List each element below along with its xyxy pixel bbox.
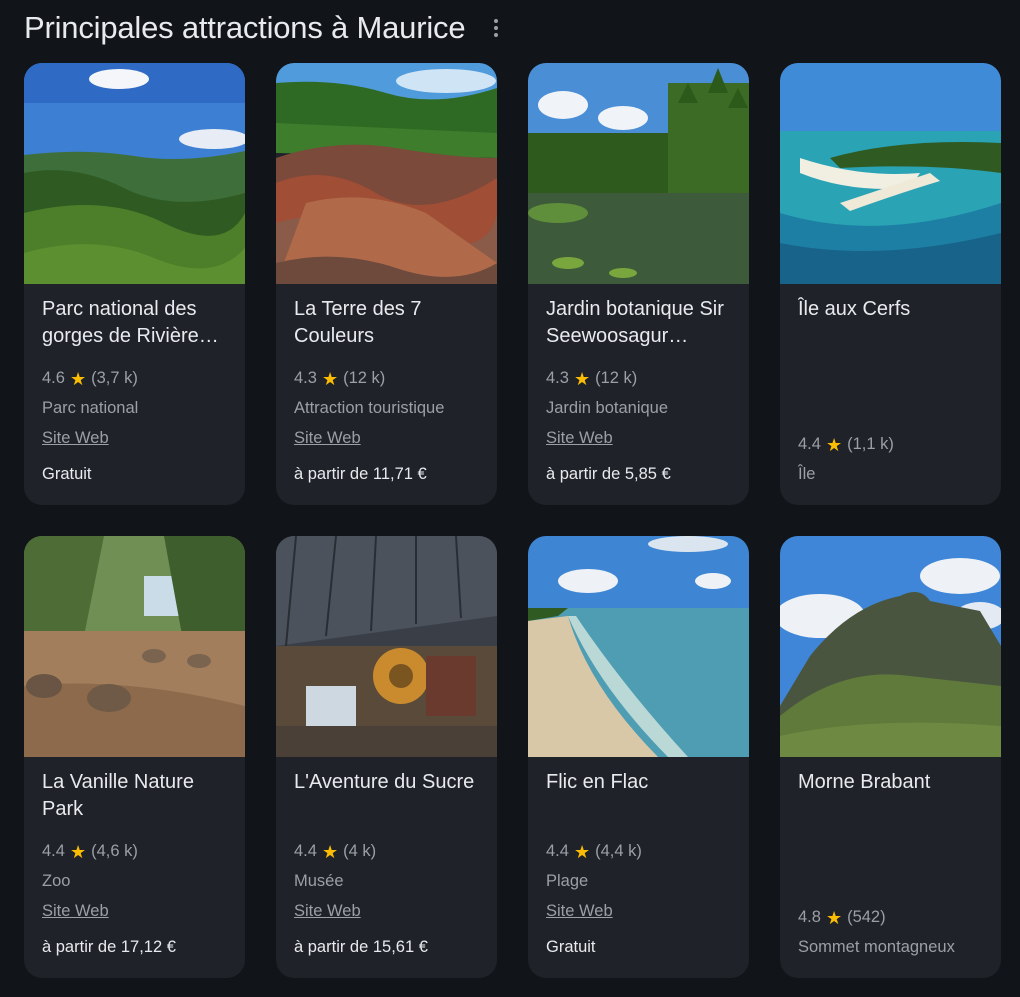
price-label: Gratuit xyxy=(546,938,596,956)
review-count: (4 k) xyxy=(343,842,377,860)
attraction-photo xyxy=(528,63,749,284)
attraction-card-terre-7-couleurs[interactable]: La Terre des 7 Couleurs 4.3 ★ (12 k) Att… xyxy=(276,63,497,505)
attraction-category: Plage xyxy=(546,872,589,890)
attraction-name: Île aux Cerfs xyxy=(798,298,911,320)
website-link[interactable]: Site Web xyxy=(546,902,613,921)
rating-value: 4.4 xyxy=(42,842,65,860)
attraction-category: Zoo xyxy=(42,872,71,890)
attraction-card-la-vanille[interactable]: La Vanille Nature Park 4.4 ★ (4,6 k) Zoo… xyxy=(24,536,245,978)
attraction-name: Jardin botanique Sir Seewoosagur… xyxy=(546,298,724,347)
more-options-icon[interactable] xyxy=(487,13,505,43)
rating-value: 4.4 xyxy=(546,842,569,860)
website-link[interactable]: Site Web xyxy=(42,429,109,448)
attraction-card-flic-en-flac[interactable]: Flic en Flac 4.4 ★ (4,4 k) Plage Site We… xyxy=(528,536,749,978)
attraction-card-morne-brabant[interactable]: Morne Brabant 4.8 ★ (542) Sommet montagn… xyxy=(780,536,1001,978)
star-icon: ★ xyxy=(69,841,87,862)
star-icon: ★ xyxy=(69,368,87,389)
rating-row: 4.3 ★ (12 k) xyxy=(294,369,385,388)
attraction-category: Sommet montagneux xyxy=(798,938,955,956)
star-icon: ★ xyxy=(321,841,339,862)
attraction-name: Morne Brabant xyxy=(798,771,931,793)
rating-row: 4.4 ★ (4 k) xyxy=(294,842,376,861)
attraction-card-gorges[interactable]: Parc national des gorges de Rivière… 4.6… xyxy=(24,63,245,505)
attraction-category: Musée xyxy=(294,872,344,890)
price-label: Gratuit xyxy=(42,465,92,483)
attraction-category: Parc national xyxy=(42,399,139,417)
attraction-photo xyxy=(24,536,245,757)
review-count: (12 k) xyxy=(595,369,638,387)
review-count: (3,7 k) xyxy=(91,369,138,387)
rating-row: 4.4 ★ (4,6 k) xyxy=(42,842,138,861)
website-link[interactable]: Site Web xyxy=(294,902,361,921)
attraction-name: Flic en Flac xyxy=(546,771,649,793)
rating-row: 4.8 ★ (542) xyxy=(798,908,886,927)
review-count: (4,4 k) xyxy=(595,842,642,860)
review-count: (12 k) xyxy=(343,369,386,387)
review-count: (4,6 k) xyxy=(91,842,138,860)
rating-row: 4.4 ★ (1,1 k) xyxy=(798,435,894,454)
attraction-name: La Vanille Nature Park xyxy=(42,771,194,820)
attraction-card-jardin-botanique[interactable]: Jardin botanique Sir Seewoosagur… 4.3 ★ … xyxy=(528,63,749,505)
attraction-category: Attraction touristique xyxy=(294,399,445,417)
star-icon: ★ xyxy=(825,907,843,928)
attraction-photo xyxy=(780,63,1001,284)
attraction-photo xyxy=(276,536,497,757)
attraction-card-aventure-du-sucre[interactable]: L'Aventure du Sucre 4.4 ★ (4 k) Musée Si… xyxy=(276,536,497,978)
review-count: (542) xyxy=(847,908,886,926)
price-label: à partir de 5,85 € xyxy=(546,465,671,483)
website-link[interactable]: Site Web xyxy=(546,429,613,448)
rating-value: 4.3 xyxy=(546,369,569,387)
rating-value: 4.6 xyxy=(42,369,65,387)
review-count: (1,1 k) xyxy=(847,435,894,453)
rating-value: 4.3 xyxy=(294,369,317,387)
section-header: Principales attractions à Maurice xyxy=(24,8,505,48)
price-label: à partir de 17,12 € xyxy=(42,938,176,956)
rating-row: 4.3 ★ (12 k) xyxy=(546,369,637,388)
rating-row: 4.6 ★ (3,7 k) xyxy=(42,369,138,388)
rating-value: 4.4 xyxy=(798,435,821,453)
page-title: Principales attractions à Maurice xyxy=(24,10,466,45)
price-label: à partir de 15,61 € xyxy=(294,938,428,956)
rating-row: 4.4 ★ (4,4 k) xyxy=(546,842,642,861)
attraction-name: L'Aventure du Sucre xyxy=(294,771,475,793)
star-icon: ★ xyxy=(573,841,591,862)
star-icon: ★ xyxy=(321,368,339,389)
attraction-photo xyxy=(528,536,749,757)
website-link[interactable]: Site Web xyxy=(42,902,109,921)
price-label: à partir de 11,71 € xyxy=(294,465,427,483)
star-icon: ★ xyxy=(825,434,843,455)
attraction-category: Jardin botanique xyxy=(546,399,669,417)
attraction-photo xyxy=(276,63,497,284)
website-link[interactable]: Site Web xyxy=(294,429,361,448)
rating-value: 4.8 xyxy=(798,908,821,926)
attraction-name: Parc national des gorges de Rivière… xyxy=(42,298,219,347)
attraction-card-ile-aux-cerfs[interactable]: Île aux Cerfs 4.4 ★ (1,1 k) Île xyxy=(780,63,1001,505)
star-icon: ★ xyxy=(573,368,591,389)
attraction-name: La Terre des 7 Couleurs xyxy=(294,298,422,347)
attraction-photo xyxy=(24,63,245,284)
attraction-category: Île xyxy=(798,465,816,483)
attraction-photo xyxy=(780,536,1001,757)
rating-value: 4.4 xyxy=(294,842,317,860)
